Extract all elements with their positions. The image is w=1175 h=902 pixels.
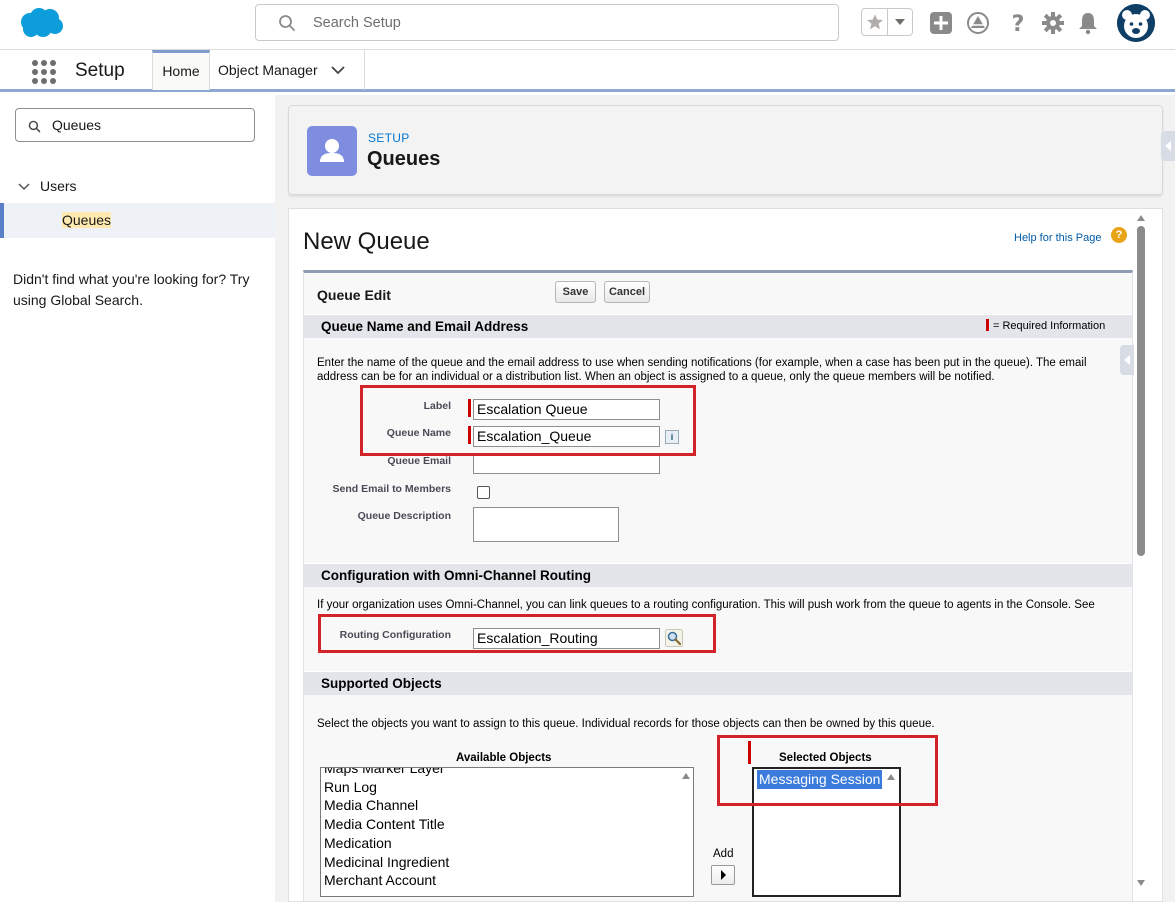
collapse-arrow-icon bbox=[1165, 141, 1171, 151]
available-object-option[interactable]: Media Content Title bbox=[321, 815, 693, 834]
page-header-eyebrow: SETUP bbox=[368, 131, 410, 145]
gear-icon[interactable] bbox=[1041, 11, 1065, 35]
queue-email-field-label: Queue Email bbox=[387, 455, 451, 467]
queue-edit-form: Queue Edit Save Cancel Queue Name and Em… bbox=[303, 270, 1133, 901]
tab-object-manager[interactable]: Object Manager bbox=[210, 50, 365, 90]
available-object-option[interactable]: Medicinal Ingredient bbox=[321, 853, 693, 872]
favorites-control bbox=[861, 8, 913, 36]
classic-page-frame: New Queue Help for this Page ? Queue Edi… bbox=[288, 208, 1163, 902]
queue-email-input[interactable] bbox=[473, 453, 660, 474]
svg-text:?: ? bbox=[1012, 12, 1025, 35]
help-icon[interactable]: ? bbox=[1006, 11, 1030, 35]
tab-home[interactable]: Home bbox=[152, 50, 210, 90]
description-field-label: Queue Description bbox=[357, 510, 451, 522]
queue-description-textarea[interactable] bbox=[473, 507, 619, 542]
available-objects-listbox[interactable]: Maps Marker Layer Run Log Media Channel Med… bbox=[320, 767, 694, 897]
available-object-option[interactable]: Maps Marker Layer bbox=[321, 768, 693, 778]
global-actions-add-icon[interactable] bbox=[929, 11, 953, 35]
scroll-down-arrow-icon[interactable] bbox=[1136, 879, 1146, 887]
help-circle-icon[interactable]: ? bbox=[1111, 227, 1127, 243]
cancel-button[interactable]: Cancel bbox=[604, 281, 650, 303]
available-object-option[interactable]: Medication bbox=[321, 834, 693, 853]
favorite-star-button[interactable] bbox=[862, 9, 888, 35]
global-header: Search Setup ? bbox=[0, 0, 1175, 50]
chevron-down-icon[interactable] bbox=[331, 65, 345, 75]
sidebar-collapse-handle[interactable] bbox=[1161, 131, 1175, 161]
section-supported-objects-description: Select the objects you want to assign to… bbox=[317, 718, 935, 730]
quick-find-input[interactable]: Queues bbox=[15, 108, 255, 142]
form-heading: Queue Edit bbox=[317, 287, 391, 303]
tree-node-users-label: Users bbox=[40, 178, 77, 194]
tab-object-manager-label: Object Manager bbox=[218, 62, 318, 78]
scroll-up-arrow-icon[interactable] bbox=[1136, 214, 1146, 222]
search-placeholder: Search Setup bbox=[313, 15, 401, 31]
send-email-field-label: Send Email to Members bbox=[332, 483, 451, 495]
main-content-area: SETUP Queues New Queue Help for this Pag… bbox=[275, 95, 1175, 902]
user-icon-tile bbox=[307, 126, 357, 176]
collapse-arrow-icon bbox=[1124, 355, 1130, 365]
arrow-right-icon bbox=[721, 870, 726, 880]
tree-node-queues-label: Queues bbox=[62, 212, 112, 228]
setup-sidebar: Queues Users Queues Didn't find what you… bbox=[0, 95, 275, 902]
section-name-email-title: Queue Name and Email Address bbox=[321, 319, 529, 334]
annotation-highlight-box bbox=[360, 385, 696, 456]
section-omni-channel: Configuration with Omni-Channel Routing bbox=[304, 563, 1132, 587]
global-search-input[interactable]: Search Setup bbox=[255, 4, 839, 41]
annotation-highlight-box bbox=[717, 735, 938, 806]
trailhead-icon[interactable] bbox=[966, 11, 990, 35]
page-title: New Queue bbox=[303, 228, 430, 255]
available-object-option[interactable]: Run Log bbox=[321, 778, 693, 797]
tree-node-queues[interactable]: Queues bbox=[0, 203, 275, 238]
star-icon bbox=[866, 14, 883, 30]
search-icon bbox=[279, 15, 295, 31]
section-name-email-description: Enter the name of the queue and the emai… bbox=[317, 357, 1087, 383]
vertical-scrollbar[interactable] bbox=[1136, 214, 1148, 899]
send-email-checkbox[interactable] bbox=[477, 486, 490, 499]
section-omni-channel-title: Configuration with Omni-Channel Routing bbox=[321, 568, 591, 583]
user-avatar[interactable] bbox=[1117, 4, 1155, 42]
section-name-email: Queue Name and Email Address = Required … bbox=[304, 314, 1132, 338]
section-omni-channel-description: If your organization uses Omni-Channel, … bbox=[317, 599, 1095, 611]
bear-avatar-icon bbox=[1117, 4, 1155, 42]
not-found-message: Didn't find what you're looking for? Try… bbox=[13, 271, 250, 308]
section-supported-objects: Supported Objects bbox=[304, 671, 1132, 695]
app-name: Setup bbox=[75, 60, 125, 81]
add-label: Add bbox=[713, 848, 734, 860]
scrollbar-thumb[interactable] bbox=[1137, 226, 1145, 556]
save-button[interactable]: Save bbox=[555, 281, 596, 303]
scroll-up-arrow-icon[interactable] bbox=[681, 772, 691, 780]
app-launcher-icon[interactable] bbox=[31, 59, 57, 85]
search-icon bbox=[28, 120, 41, 133]
context-navigation-bar: Setup Home Object Manager bbox=[0, 50, 1175, 92]
section-supported-objects-title: Supported Objects bbox=[321, 676, 442, 691]
tree-node-users[interactable]: Users bbox=[18, 178, 77, 194]
required-information-legend: = Required Information bbox=[993, 320, 1106, 332]
available-object-option[interactable]: Merchant Account bbox=[321, 871, 693, 890]
add-button[interactable] bbox=[711, 865, 735, 885]
notifications-bell-icon[interactable] bbox=[1076, 11, 1100, 35]
help-for-this-page-link[interactable]: Help for this Page bbox=[1014, 232, 1101, 244]
annotation-highlight-box bbox=[318, 614, 716, 653]
salesforce-logo[interactable] bbox=[18, 7, 64, 40]
page-header-title: Queues bbox=[367, 148, 441, 170]
favorites-dropdown-button[interactable] bbox=[888, 9, 912, 35]
chevron-down-icon[interactable] bbox=[18, 183, 30, 191]
quick-find-value: Queues bbox=[52, 117, 102, 133]
available-object-option[interactable]: Media Channel bbox=[321, 796, 693, 815]
person-icon bbox=[320, 139, 344, 162]
sidebar-collapse-handle[interactable] bbox=[1120, 345, 1134, 375]
page-header: SETUP Queues bbox=[288, 105, 1163, 195]
required-marker bbox=[986, 319, 989, 331]
available-objects-heading: Available Objects bbox=[456, 752, 552, 764]
caret-down-icon bbox=[895, 19, 905, 25]
